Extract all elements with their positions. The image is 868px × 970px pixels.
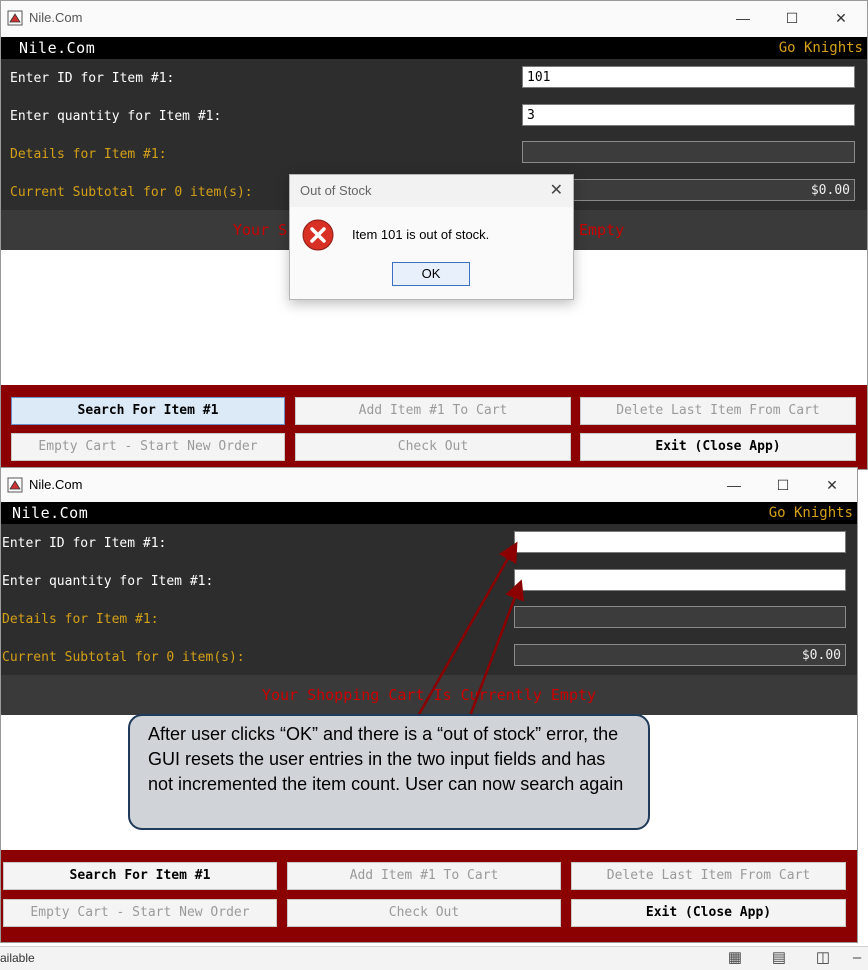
item-entry-form: Enter ID for Item #1: Enter quantity for… bbox=[1, 524, 857, 675]
empty-cart-button[interactable]: Empty Cart - Start New Order bbox=[11, 433, 285, 461]
dialog-close-icon[interactable]: ✕ bbox=[550, 180, 563, 200]
quantity-label: Enter quantity for Item #1: bbox=[10, 109, 222, 124]
search-item-button[interactable]: Search For Item #1 bbox=[3, 862, 277, 890]
maximize-icon[interactable]: ☐ bbox=[783, 9, 801, 27]
dialog-title: Out of Stock bbox=[300, 183, 372, 198]
motto-label: Go Knights bbox=[778, 40, 863, 56]
add-to-cart-button[interactable]: Add Item #1 To Cart bbox=[287, 862, 561, 890]
dialog-message: Item 101 is out of stock. bbox=[352, 227, 490, 242]
status-bar: ailable ▦ ▤ ◫ – bbox=[0, 946, 868, 970]
cart-status-banner: Your Shopping Cart Is Currently Empty bbox=[1, 675, 857, 715]
page-layout-icon[interactable]: ▤ bbox=[770, 949, 788, 967]
annotation-callout: After user clicks “OK” and there is a “o… bbox=[128, 714, 650, 830]
brand-label: Nile.Com bbox=[19, 39, 96, 57]
item-id-input[interactable] bbox=[514, 531, 846, 553]
grid-view-icon[interactable]: ▦ bbox=[726, 949, 744, 967]
motto-label: Go Knights bbox=[768, 505, 853, 521]
quantity-input[interactable]: 3 bbox=[522, 104, 855, 126]
cart-banner-right: Empty bbox=[579, 221, 625, 239]
delete-last-item-button[interactable]: Delete Last Item From Cart bbox=[580, 397, 856, 425]
app-header: Nile.Com Go Knights bbox=[1, 502, 857, 524]
check-out-button[interactable]: Check Out bbox=[287, 899, 561, 927]
java-app-icon bbox=[7, 10, 23, 26]
close-icon[interactable]: ✕ bbox=[823, 476, 841, 494]
quantity-input[interactable] bbox=[514, 569, 846, 591]
button-panel: Search For Item #1 Add Item #1 To Cart D… bbox=[1, 850, 857, 942]
exit-button[interactable]: Exit (Close App) bbox=[580, 433, 856, 461]
nile-window-bottom: Nile.Com — ☐ ✕ Nile.Com Go Knights Enter… bbox=[0, 467, 858, 943]
java-app-icon bbox=[7, 477, 23, 493]
cart-banner-left: Your S bbox=[233, 221, 288, 239]
subtotal-label: Current Subtotal for 0 item(s): bbox=[2, 650, 245, 665]
window-titlebar[interactable]: Nile.Com — ☐ ✕ bbox=[1, 468, 857, 502]
zoom-out-icon[interactable]: – bbox=[848, 949, 866, 967]
check-out-button[interactable]: Check Out bbox=[295, 433, 571, 461]
item-id-label: Enter ID for Item #1: bbox=[2, 536, 167, 551]
brand-label: Nile.Com bbox=[12, 504, 89, 522]
window-title: Nile.Com bbox=[29, 10, 83, 25]
quantity-label: Enter quantity for Item #1: bbox=[2, 574, 214, 589]
window-titlebar[interactable]: Nile.Com — ☐ ✕ bbox=[1, 1, 867, 35]
details-label: Details for Item #1: bbox=[2, 612, 159, 627]
window-title: Nile.Com bbox=[29, 477, 83, 492]
delete-last-item-button[interactable]: Delete Last Item From Cart bbox=[571, 862, 846, 890]
details-label: Details for Item #1: bbox=[10, 147, 167, 162]
close-icon[interactable]: ✕ bbox=[832, 9, 850, 27]
minimize-icon[interactable]: — bbox=[725, 476, 743, 494]
item-id-input[interactable]: 101 bbox=[522, 66, 855, 88]
empty-cart-button[interactable]: Empty Cart - Start New Order bbox=[3, 899, 277, 927]
subtotal-label: Current Subtotal for 0 item(s): bbox=[10, 185, 253, 200]
subtotal-field: $0.00 bbox=[514, 644, 846, 666]
button-panel: Search For Item #1 Add Item #1 To Cart D… bbox=[1, 385, 867, 469]
add-to-cart-button[interactable]: Add Item #1 To Cart bbox=[295, 397, 571, 425]
ok-button[interactable]: OK bbox=[392, 262, 470, 286]
page-break-icon[interactable]: ◫ bbox=[814, 949, 832, 967]
exit-button[interactable]: Exit (Close App) bbox=[571, 899, 846, 927]
status-text: ailable bbox=[0, 951, 35, 965]
minimize-icon[interactable]: — bbox=[734, 9, 752, 27]
item-id-label: Enter ID for Item #1: bbox=[10, 71, 175, 86]
details-field bbox=[522, 141, 855, 163]
out-of-stock-dialog: Out of Stock ✕ Item 101 is out of stock.… bbox=[289, 174, 574, 300]
maximize-icon[interactable]: ☐ bbox=[774, 476, 792, 494]
search-item-button[interactable]: Search For Item #1 bbox=[11, 397, 285, 425]
error-icon bbox=[302, 219, 334, 251]
app-header: Nile.Com Go Knights bbox=[1, 37, 867, 59]
details-field bbox=[514, 606, 846, 628]
